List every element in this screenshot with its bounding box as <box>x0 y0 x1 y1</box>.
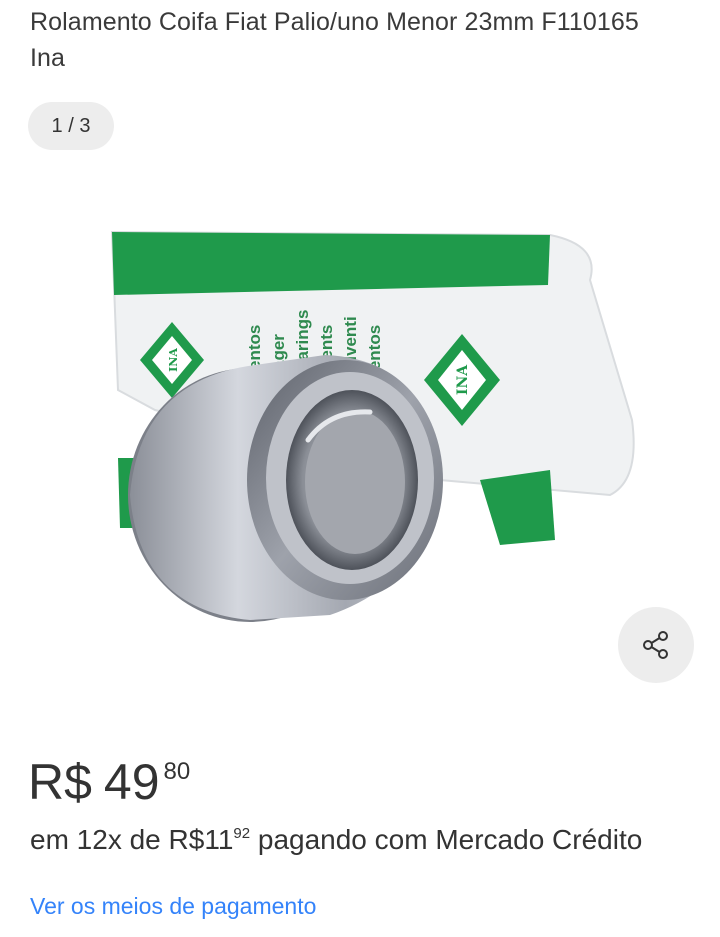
installments-suffix: pagando com Mercado Crédito <box>257 824 643 855</box>
installments-cents: 92 <box>233 825 251 842</box>
installments-prefix: em 12x de <box>30 824 161 855</box>
image-counter: 1 / 3 <box>28 102 114 150</box>
package-logo-left: INA <box>167 348 180 372</box>
share-icon <box>643 631 668 659</box>
installments-currency: R$ <box>168 824 205 855</box>
installments-integer: 11 <box>204 824 234 855</box>
image-gallery[interactable]: 1 / 3 INA INA entos ager earings nents i… <box>0 90 720 700</box>
price-currency: R$ <box>28 754 92 810</box>
package-logo-right: INA <box>455 364 471 395</box>
payment-methods-link[interactable]: Ver os meios de pagamento <box>30 890 316 922</box>
installments-info: em 12x de R$1192 pagando com Mercado Cré… <box>30 816 670 857</box>
package-text: entos <box>245 325 264 370</box>
price-cents: 80 <box>163 758 191 785</box>
product-price: R$ 49 80 <box>28 750 190 814</box>
price-integer: 49 <box>103 754 160 810</box>
share-button[interactable] <box>618 607 694 683</box>
product-title: Rolamento Coifa Fiat Palio/uno Menor 23m… <box>30 8 639 72</box>
product-image[interactable]: INA INA entos ager earings nents i volve… <box>80 150 660 630</box>
